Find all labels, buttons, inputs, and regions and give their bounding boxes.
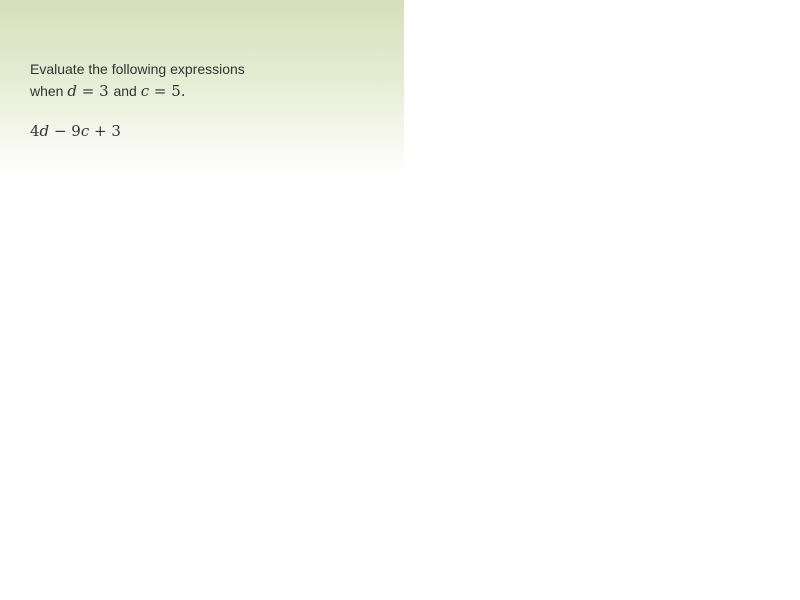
when-text: when xyxy=(30,83,64,99)
condition-d: d = 3 xyxy=(67,82,109,100)
problem-statement: Evaluate the following expressions when … xyxy=(30,58,390,102)
instruction-line: Evaluate the following expressions xyxy=(30,61,245,77)
condition-line: when d = 3 and c = 5. xyxy=(30,80,390,102)
and-text: and xyxy=(113,83,137,99)
condition-c: c = 5. xyxy=(140,82,186,100)
math-expression: 4d − 9c + 3 xyxy=(30,122,121,140)
